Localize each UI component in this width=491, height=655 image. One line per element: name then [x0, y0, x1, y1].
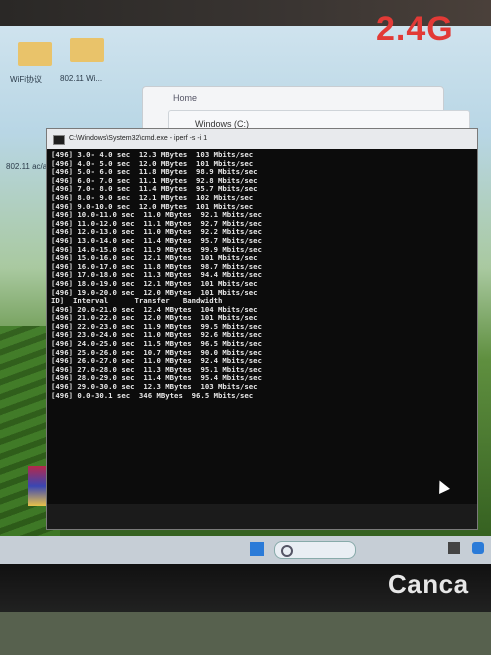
- cmd-title-bar[interactable]: C:\Windows\System32\cmd.exe - iperf -s -…: [47, 129, 477, 149]
- row-id: 496]: [55, 390, 73, 400]
- terminal-icon: [53, 135, 65, 145]
- desktop-archive-icon[interactable]: [28, 466, 46, 506]
- desktop-icon-label: WiFi协议: [10, 75, 42, 84]
- iperf-row: [496] 0.0-30.1 sec 346 MBytes 96.5 Mbits…: [51, 390, 254, 400]
- photo-scene: WiFi协议 802.11 Wi... 802.11 ac/ax Home Wi…: [0, 0, 491, 655]
- desktop-folder-icon[interactable]: [18, 42, 52, 66]
- cmd-window[interactable]: C:\Windows\System32\cmd.exe - iperf -s -…: [46, 128, 478, 530]
- cmd-title-text: C:\Windows\System32\cmd.exe - iperf -s -…: [69, 135, 208, 142]
- row-transfer: 346 MBytes: [138, 390, 183, 400]
- taskbar-app-icon[interactable]: [472, 542, 484, 554]
- window-title: Home: [173, 93, 198, 103]
- desktop-icon-label: 802.11 Wi...: [60, 74, 103, 83]
- overlay-title: 2.4G: [376, 10, 454, 48]
- row-interval: 0.0-30.1 sec: [77, 390, 131, 400]
- desktop-side-label: 802.11 ac/ax: [6, 162, 52, 171]
- cmd-window-bottom: [47, 504, 477, 529]
- desk-surface: [0, 612, 491, 655]
- desktop-folder-icon[interactable]: [70, 38, 104, 62]
- search-icon: [281, 545, 293, 557]
- monitor-brand-logo: Canca: [388, 569, 469, 599]
- taskbar: [0, 536, 491, 564]
- row-bandwidth: 96.5 Mbits/sec: [191, 390, 254, 400]
- taskbar-search-box[interactable]: [274, 541, 356, 559]
- terminal-output: [496] 3.0- 4.0 sec 12.3 MBytes 103 Mbits…: [51, 150, 477, 481]
- windows-start-icon[interactable]: [250, 542, 264, 556]
- taskbar-app-icon[interactable]: [448, 542, 460, 554]
